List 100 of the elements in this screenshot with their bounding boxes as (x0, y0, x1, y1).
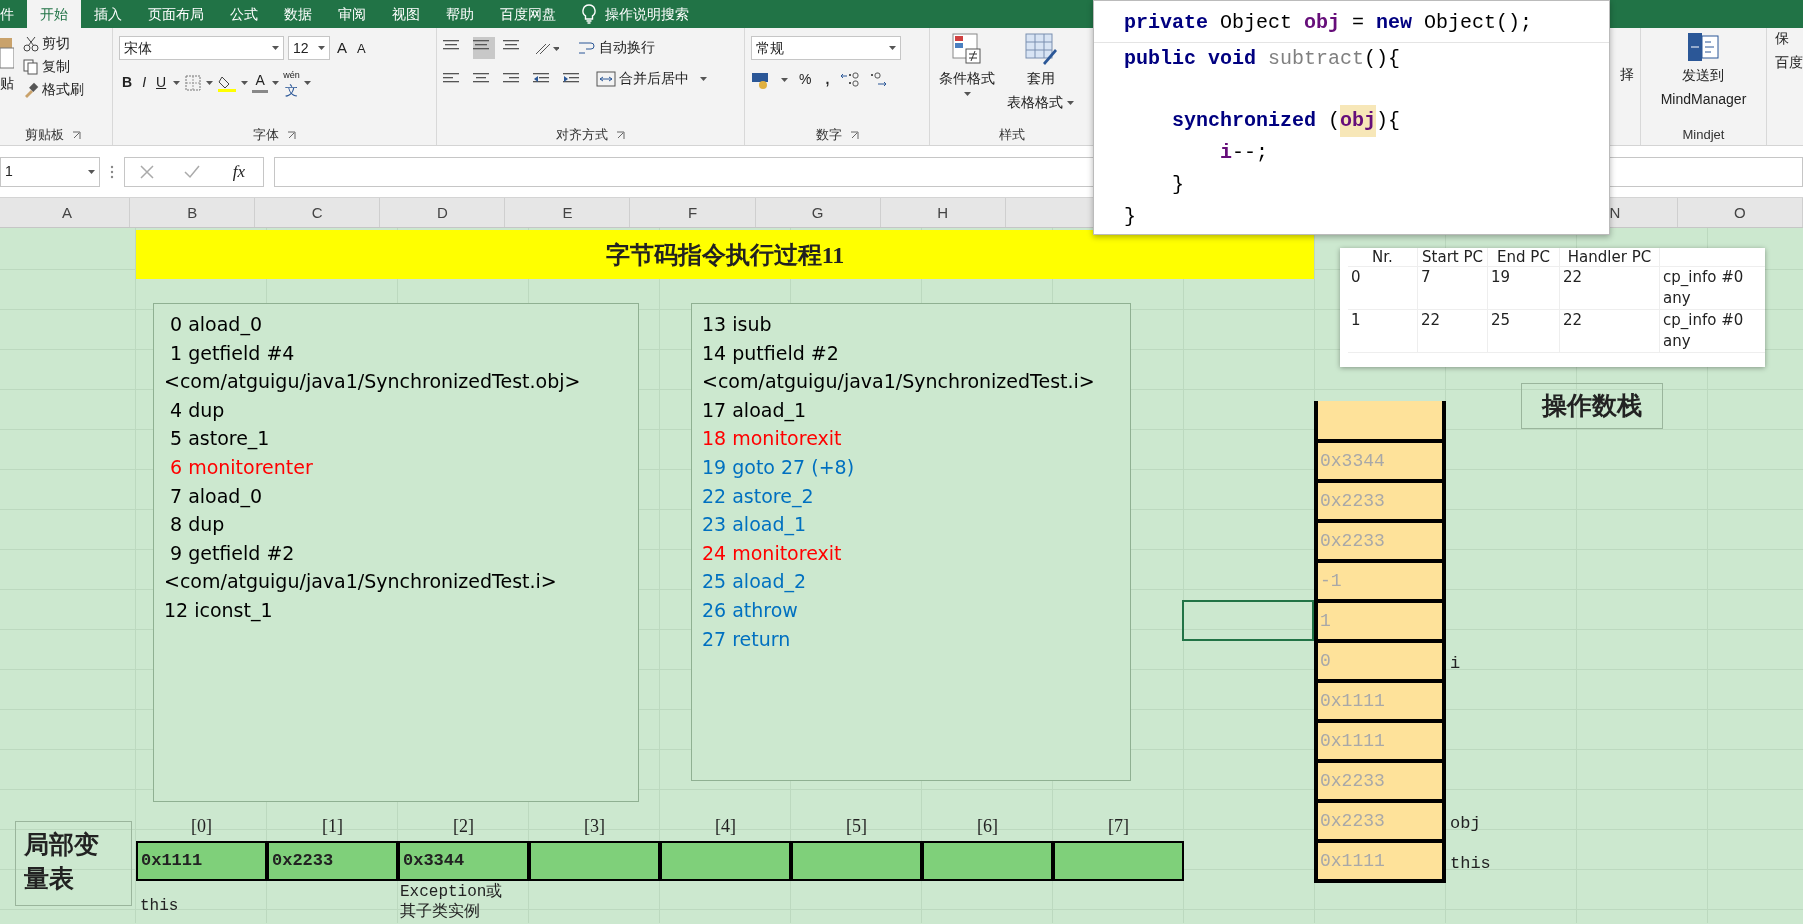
instruction-line: 26 athrow (702, 597, 799, 623)
group-label: 剪贴板 (25, 126, 64, 144)
slot-note: 其子类实例 (400, 902, 480, 922)
ribbon-tab[interactable]: 数据 (271, 0, 325, 28)
caret-icon (781, 77, 788, 82)
instruction-line: 24 monitorexit (702, 540, 843, 566)
stack-value: 0x2233 (1320, 489, 1385, 513)
dialog-launcher-icon (849, 130, 859, 140)
table-cell: 1 (1348, 310, 1418, 352)
slot-index: [3] (583, 815, 606, 838)
stack-value: 0x1111 (1320, 729, 1385, 753)
instruction-line: 6 monitorenter (169, 454, 314, 480)
slot-index: [6] (976, 815, 999, 838)
mindmanager-icon (1687, 32, 1720, 62)
column-header[interactable]: F (630, 198, 756, 227)
dialog-launcher-icon (616, 130, 625, 140)
percent-button[interactable]: % (796, 68, 815, 91)
group-label: 字体 (253, 126, 279, 144)
table-cell: 19 (1488, 267, 1560, 309)
slot-value: 0x1111 (141, 850, 203, 873)
slot-index: [4] (714, 815, 737, 838)
sheet-title: 字节码指令执行过程11 (136, 230, 1314, 279)
caret-icon (963, 92, 971, 96)
check-icon[interactable] (183, 164, 200, 179)
column-header[interactable]: D (380, 198, 506, 227)
caret-icon (1067, 100, 1074, 105)
format-painter-button[interactable]: 格式刷 (20, 78, 87, 101)
phonetic-button[interactable]: wén 文 (283, 68, 300, 97)
instruction-line: 18 monitorexit (702, 426, 843, 452)
format-as-table-button[interactable]: 套用 表格格式 (1004, 32, 1077, 125)
ribbon-label: 择 (1620, 65, 1634, 84)
instruction-line: 23 aload_1 (702, 512, 808, 538)
ribbon-tab[interactable]: 件 (0, 0, 27, 28)
stack-label: 操作数栈 (1521, 383, 1663, 429)
italic-button[interactable]: I (139, 71, 149, 95)
slot-index: [7] (1107, 815, 1130, 838)
instruction-line: 22 astore_2 (702, 483, 815, 510)
ribbon-tab[interactable]: 审阅 (325, 0, 379, 28)
ribbon-tab[interactable]: 开始 (27, 0, 81, 28)
instruction-line: <com/atguigu/java1/SynchronizedTest.obj> (164, 369, 582, 395)
merge-center-button[interactable]: 合并后居中 (593, 67, 692, 90)
underline-button[interactable]: U (153, 71, 170, 95)
column-header: End PC (1488, 248, 1560, 266)
stack-value: 0x1111 (1320, 849, 1385, 873)
wrap-text-button[interactable]: 自动换行 (575, 36, 658, 59)
table-cell: 25 (1488, 310, 1560, 352)
conditional-format-button[interactable]: 条件格式 (936, 32, 998, 125)
ribbon-tab[interactable]: 公式 (217, 0, 271, 28)
stack-value: 0x2233 (1320, 809, 1385, 833)
ribbon-tab[interactable]: 帮助 (433, 0, 487, 28)
column-header[interactable]: B (130, 198, 256, 227)
slot-index: [5] (845, 815, 868, 838)
slot-note: this (140, 896, 179, 916)
cut-button[interactable]: 剪切 (20, 32, 87, 55)
stack-value: 0x3344 (1320, 449, 1385, 473)
font-color-button[interactable]: A (252, 72, 269, 93)
ribbon-tab[interactable]: 视图 (379, 0, 433, 28)
instruction-line: 25 aload_2 (702, 569, 808, 595)
ribbon-tab[interactable]: 页面布局 (135, 0, 217, 28)
instruction-line: 13 isub (702, 312, 773, 337)
shrink-font-button[interactable]: A (354, 37, 369, 59)
column-header[interactable]: A (5, 198, 131, 227)
column-header[interactable]: H (880, 198, 1006, 227)
slot-index: [0] (190, 815, 213, 838)
font-size-field[interactable]: 12 (288, 36, 330, 61)
save-button[interactable]: 保 百度 (1767, 28, 1803, 145)
paste-button[interactable]: 贴 (0, 32, 14, 125)
send-to-mindmanager-button[interactable]: 发送到 MindManager (1660, 32, 1747, 110)
grow-font-button[interactable]: A (334, 36, 350, 61)
caret-icon (272, 80, 280, 85)
scissors-icon (23, 35, 39, 52)
decrease-decimal-icon[interactable] (868, 70, 889, 89)
caret-icon (206, 80, 214, 85)
column-header[interactable]: C (255, 198, 381, 227)
stack-note: this (1450, 853, 1491, 875)
dialog-launcher-icon (72, 130, 81, 140)
code-line: } (1124, 204, 1137, 230)
increase-decimal-icon[interactable] (840, 70, 861, 89)
column-header[interactable]: E (505, 198, 631, 227)
number-format-field[interactable]: 常规 (751, 36, 901, 60)
insert-function-button[interactable]: fx (229, 157, 249, 186)
font-name-field[interactable]: 宋体 (119, 36, 284, 61)
column-header[interactable]: G (755, 198, 881, 227)
table-cell: 0 (1348, 267, 1418, 309)
stack-note: obj (1450, 813, 1481, 835)
stack-value: 0 (1320, 649, 1331, 673)
table-label: 局部变量表 (15, 821, 132, 906)
group-label: 样式 (998, 126, 1025, 144)
ribbon-tab[interactable]: 插入 (81, 0, 135, 28)
name-box[interactable]: 1 (0, 156, 100, 187)
copy-button[interactable]: 复制 (20, 55, 87, 78)
ribbon-tab[interactable]: 百度网盘 (487, 0, 569, 28)
column-header[interactable]: O (1677, 198, 1803, 227)
color-bar-icon (252, 89, 269, 93)
selected-cell[interactable] (1182, 600, 1314, 641)
align-middle-icon[interactable] (473, 36, 495, 59)
search-hint[interactable]: 操作说明搜索 (605, 3, 689, 25)
bold-button[interactable]: B (119, 71, 136, 95)
comma-button[interactable]: , (822, 68, 833, 91)
instruction-line: 0 aload_0 (169, 312, 263, 338)
